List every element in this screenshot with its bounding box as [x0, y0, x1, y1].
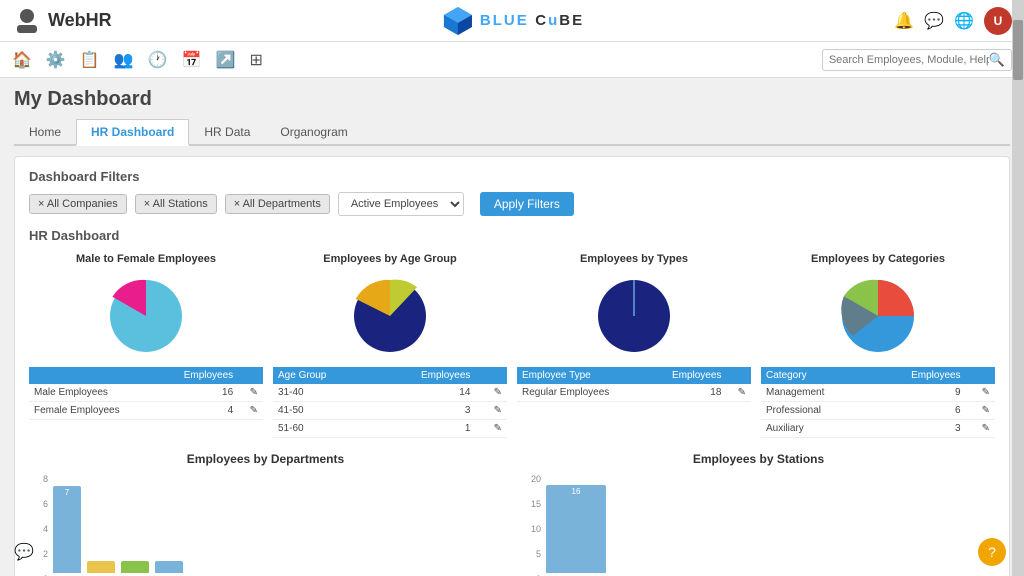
table-row: Regular Employees 18 ✎ [517, 384, 751, 402]
bar-dept-3: Fin [121, 561, 149, 576]
settings-nav-icon[interactable]: ⚙️ [46, 50, 66, 70]
hr-dashboard-label: HR Dashboard [29, 228, 995, 243]
page-scrollbar-thumb[interactable] [1013, 20, 1023, 80]
chart-categories-title: Employees by Categories [811, 253, 945, 265]
tab-organogram[interactable]: Organogram [265, 119, 362, 146]
bar-chart-stations-title: Employees by Stations [522, 452, 995, 466]
top-navbar: WebHR BLUE CuBE 🔔 💬 🌐 U [0, 0, 1024, 42]
globe-icon[interactable]: 🌐 [954, 11, 974, 31]
bar-chart-departments: Employees by Departments 8 6 4 2 0 7 IT [29, 452, 502, 576]
bar-chart-stations-area: 20 15 10 5 0 16 HQ [522, 474, 995, 576]
bar-chart-stations: Employees by Stations 20 15 10 5 0 16 HQ [522, 452, 995, 576]
bottom-left-chat: 💬 [10, 538, 38, 566]
page-title: My Dashboard [14, 88, 1010, 111]
chart-categories-table: CategoryEmployees Management 9 ✎ Profess… [761, 367, 995, 438]
cube-icon [440, 3, 476, 39]
blue-cube-logo: BLUE CuBE [440, 3, 584, 39]
table-row: Auxiliary 3 ✎ [761, 420, 995, 438]
home-nav-icon[interactable]: 🏠 [12, 50, 32, 70]
chart-types-table: Employee TypeEmployees Regular Employees… [517, 367, 751, 402]
chat-nav-icon[interactable]: 💬 [924, 11, 944, 31]
table-row: 41-50 3 ✎ [273, 402, 507, 420]
pie-types [589, 271, 679, 361]
chart-male-female: Male to Female Employees Employees Male … [29, 253, 263, 438]
table-row: Male Employees 16 ✎ [29, 384, 263, 402]
chart-age-title: Employees by Age Group [323, 253, 456, 265]
filters-title: Dashboard Filters [29, 169, 995, 184]
blue-cube-label: BLUE CuBE [480, 12, 584, 30]
chart-types-title: Employees by Types [580, 253, 688, 265]
tab-hr-data[interactable]: HR Data [189, 119, 265, 146]
search-input[interactable] [829, 54, 989, 66]
calendar-nav-icon[interactable]: 📅 [182, 50, 202, 70]
table-row: Female Employees 4 ✎ [29, 402, 263, 420]
chart-types: Employees by Types Employee TypeEmployee… [517, 253, 751, 438]
filter-stations[interactable]: × All Stations [135, 194, 217, 214]
bar-dept-4: Ops [155, 561, 183, 576]
bar-chart-stations-yaxis: 20 15 10 5 0 [522, 474, 544, 576]
nav-right-icons: 🔔 💬 🌐 U [894, 7, 1012, 35]
tab-home[interactable]: Home [14, 119, 76, 146]
tab-bar: Home HR Dashboard HR Data Organogram [14, 119, 1010, 146]
bar-charts-row: Employees by Departments 8 6 4 2 0 7 IT [29, 452, 995, 576]
bottom-right-help: ? [978, 538, 1006, 566]
logo-area[interactable]: WebHR [12, 6, 112, 36]
pie-charts-row: Male to Female Employees Employees Male … [29, 253, 995, 438]
filters-row: × All Companies × All Stations × All Dep… [29, 192, 995, 216]
search-button[interactable]: 🔍 [989, 52, 1005, 68]
chart-male-female-table: Employees Male Employees 16 ✎ Female Emp… [29, 367, 263, 420]
people-nav-icon[interactable]: 👥 [114, 50, 134, 70]
bar-dept-2: HR [87, 561, 115, 576]
time-nav-icon[interactable]: 🕐 [148, 50, 168, 70]
filters-section: Dashboard Filters × All Companies × All … [29, 169, 995, 216]
help-icon[interactable]: ? [978, 538, 1006, 566]
export-nav-icon[interactable]: ↗️ [216, 50, 236, 70]
dashboard-card: Dashboard Filters × All Companies × All … [14, 156, 1010, 576]
filter-departments[interactable]: × All Departments [225, 194, 330, 214]
table-row: 31-40 14 ✎ [273, 384, 507, 402]
apply-filters-button[interactable]: Apply Filters [480, 192, 574, 216]
chart-categories: Employees by Categories CategoryEmployee… [761, 253, 995, 438]
second-navbar: 🏠 ⚙️ 📋 👥 🕐 📅 ↗️ ⊞ 🔍 [0, 42, 1024, 78]
bar-station-1: 16 HQ [546, 485, 606, 576]
tab-hr-dashboard[interactable]: HR Dashboard [76, 119, 189, 146]
app-logo-text: WebHR [48, 10, 112, 31]
pie-age-group [345, 271, 435, 361]
pie-categories [833, 271, 923, 361]
search-area[interactable]: 🔍 [822, 49, 1012, 71]
table-row: Management 9 ✎ [761, 384, 995, 402]
chart-age-table: Age GroupEmployees 31-40 14 ✎ 41-50 3 ✎ [273, 367, 507, 438]
user-avatar[interactable]: U [984, 7, 1012, 35]
grid-nav-icon[interactable]: ⊞ [249, 50, 262, 70]
docs-nav-icon[interactable]: 📋 [80, 50, 100, 70]
webhr-logo-icon [12, 6, 42, 36]
page-scrollbar[interactable] [1012, 0, 1024, 576]
bar-dept-1: 7 IT [53, 486, 81, 576]
bar-chart-dept-area: 8 6 4 2 0 7 IT [29, 474, 502, 576]
active-employees-select[interactable]: Active Employees [338, 192, 464, 216]
bar-chart-dept-title: Employees by Departments [29, 452, 502, 466]
table-row: Professional 6 ✎ [761, 402, 995, 420]
chat-bottom-icon[interactable]: 💬 [10, 538, 38, 566]
table-row: 51-60 1 ✎ [273, 420, 507, 438]
pie-male-female [101, 271, 191, 361]
main-content: My Dashboard Home HR Dashboard HR Data O… [0, 78, 1024, 576]
chart-age-group: Employees by Age Group Age GroupEmployee… [273, 253, 507, 438]
bell-icon[interactable]: 🔔 [894, 11, 914, 31]
filter-companies[interactable]: × All Companies [29, 194, 127, 214]
chart-male-female-title: Male to Female Employees [76, 253, 216, 265]
